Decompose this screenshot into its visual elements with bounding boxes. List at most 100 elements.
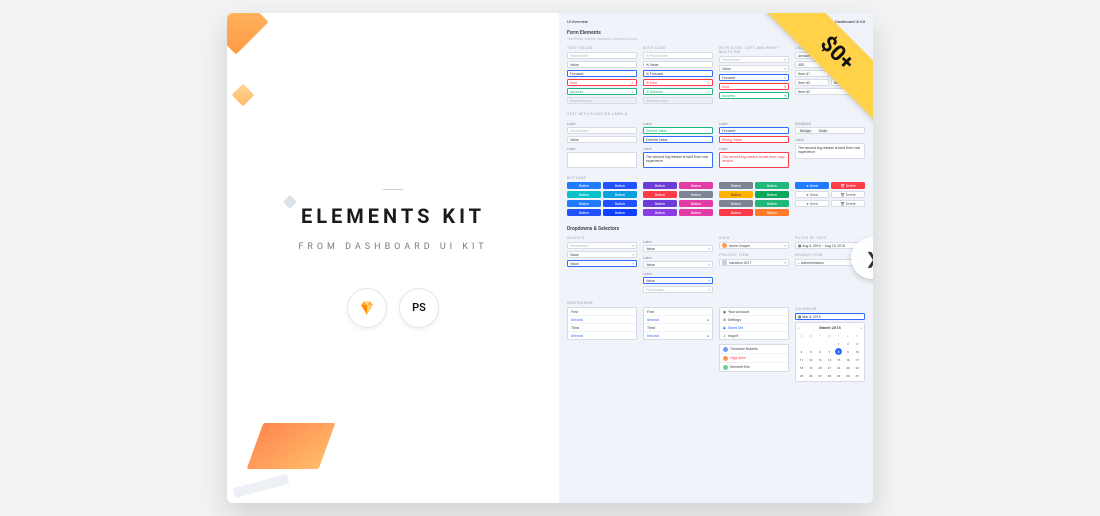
button[interactable]: Button	[603, 209, 637, 216]
calendar-day[interactable]: 26	[807, 372, 814, 379]
button[interactable]: Button	[679, 209, 713, 216]
send-button[interactable]: ➤ Send	[795, 191, 829, 198]
select-input[interactable]: Value▾	[643, 261, 713, 268]
button[interactable]: Button	[643, 191, 677, 198]
user-select[interactable]: Annie Cooper▾	[719, 242, 789, 249]
calendar-day[interactable]: 22	[835, 364, 842, 371]
delete-button[interactable]: 🗑 Delete	[831, 182, 865, 189]
select-input[interactable]: Placeholder▾	[643, 286, 713, 293]
select-input[interactable]: Value▾	[643, 245, 713, 252]
menu-item[interactable]: Second▸	[644, 332, 712, 339]
text-input[interactable]: Value	[567, 136, 637, 143]
calendar-day[interactable]: 12	[807, 356, 814, 363]
calendar-day[interactable]: 11	[798, 356, 805, 363]
send-button[interactable]: ➤ Send	[795, 182, 829, 189]
button[interactable]: Button	[567, 200, 601, 207]
calendar-day[interactable]: 5	[807, 348, 814, 355]
button[interactable]: Button	[567, 182, 601, 189]
button[interactable]: Button	[567, 191, 601, 198]
calendar-day[interactable]: 1	[835, 340, 842, 347]
select-input[interactable]: Success▾	[719, 92, 789, 99]
menu-item[interactable]: First	[644, 308, 712, 316]
calendar-day[interactable]: 27	[817, 372, 824, 379]
select-input[interactable]: Focused▾	[719, 74, 789, 81]
calendar-day[interactable]: 3	[854, 340, 861, 347]
select-input[interactable]: Value▾	[719, 65, 789, 72]
text-input[interactable]: Error⚠	[567, 79, 637, 86]
text-input[interactable]: ✉ Value	[643, 61, 713, 68]
button[interactable]: Button	[603, 191, 637, 198]
select-input[interactable]: Error▾	[719, 83, 789, 90]
calendar-day[interactable]: 7	[826, 348, 833, 355]
menu-item[interactable]: Third	[568, 324, 636, 332]
button[interactable]: Button	[719, 209, 753, 216]
calendar-day[interactable]: 15	[835, 356, 842, 363]
calendar-day[interactable]: 8	[835, 348, 842, 355]
menu-item[interactable]: ◆Saved Set	[720, 324, 788, 332]
text-input[interactable]: ✉ Error⚠	[643, 79, 713, 86]
calendar-day[interactable]: 10	[854, 348, 861, 355]
calendar-day[interactable]: 25	[798, 372, 805, 379]
text-input[interactable]: Success✓	[567, 88, 637, 95]
menu-item[interactable]: Kenneth Kim	[720, 363, 788, 371]
select-input[interactable]: Placeholder▾	[567, 242, 637, 249]
text-input[interactable]: ✉ Focused	[643, 70, 713, 77]
menu-item[interactable]: Theodore Roberts	[720, 345, 788, 354]
menu-item[interactable]: ⇩Import	[720, 332, 788, 339]
calendar-day[interactable]: 29	[835, 372, 842, 379]
button[interactable]: Button	[643, 209, 677, 216]
calendar-day[interactable]: 30	[844, 372, 851, 379]
cal-next[interactable]: ›	[861, 325, 862, 330]
date-input[interactable]: ▦ Mar 8, 2018	[795, 313, 865, 320]
text-input[interactable]: Placeholder	[567, 127, 637, 134]
delete-button[interactable]: 🗑 Delete	[831, 191, 865, 198]
textarea-placeholder[interactable]	[567, 152, 637, 168]
button[interactable]: Button	[679, 191, 713, 198]
text-input[interactable]: Placeholder	[567, 52, 637, 59]
button[interactable]: Button	[567, 209, 601, 216]
calendar-day[interactable]: 6	[817, 348, 824, 355]
calendar-day[interactable]: 23	[844, 364, 851, 371]
send-button[interactable]: ➤ Send	[795, 200, 829, 207]
menu-item[interactable]: First	[568, 308, 636, 316]
tag-chip[interactable]: Design	[798, 129, 813, 133]
text-input[interactable]: ✉ Placeholder	[643, 52, 713, 59]
select-input[interactable]: Value▾	[567, 251, 637, 258]
project-select[interactable]: Vacation 2017▾	[719, 259, 789, 266]
textarea[interactable]: The second big release is real error cop…	[719, 152, 789, 168]
button[interactable]: Button	[643, 200, 677, 207]
text-input[interactable]: ✉ Success✓	[643, 88, 713, 95]
menu-item[interactable]: Third	[644, 324, 712, 332]
button[interactable]: Button	[719, 200, 753, 207]
tag-input[interactable]: Design Code	[795, 127, 865, 134]
delete-button[interactable]: 🗑 Delete	[831, 200, 865, 207]
calendar-day[interactable]: 9	[844, 348, 851, 355]
calendar-day[interactable]: 16	[844, 356, 851, 363]
text-input[interactable]: Focused	[719, 127, 789, 134]
button[interactable]: Button	[679, 200, 713, 207]
calendar-day[interactable]: 24	[854, 364, 861, 371]
button[interactable]: Button	[755, 200, 789, 207]
menu-item[interactable]: Second	[568, 332, 636, 339]
button[interactable]: Button	[719, 182, 753, 189]
photoshop-badge[interactable]: PS	[399, 288, 439, 328]
button[interactable]: Button	[755, 209, 789, 216]
select-input[interactable]: Placeholder▾	[719, 56, 789, 63]
calendar-day[interactable]: 17	[854, 356, 861, 363]
menu-item[interactable]: ◉Your Account	[720, 308, 788, 316]
button[interactable]: Button	[603, 200, 637, 207]
calendar-day[interactable]: 28	[826, 372, 833, 379]
button[interactable]: Button	[679, 182, 713, 189]
button[interactable]: Button	[719, 191, 753, 198]
menu-item[interactable]: ⚙Settings	[720, 316, 788, 324]
calendar-day[interactable]: 14	[826, 356, 833, 363]
button[interactable]: Button	[755, 191, 789, 198]
calendar-day[interactable]: 4	[798, 348, 805, 355]
button[interactable]: Button	[603, 182, 637, 189]
text-input[interactable]: Value	[567, 61, 637, 68]
select-input[interactable]: Value▾	[567, 260, 637, 267]
button[interactable]: Button	[755, 182, 789, 189]
text-input[interactable]: Correct Value	[643, 127, 713, 134]
calendar-day[interactable]: 31	[854, 372, 861, 379]
calendar-day[interactable]: 20	[817, 364, 824, 371]
